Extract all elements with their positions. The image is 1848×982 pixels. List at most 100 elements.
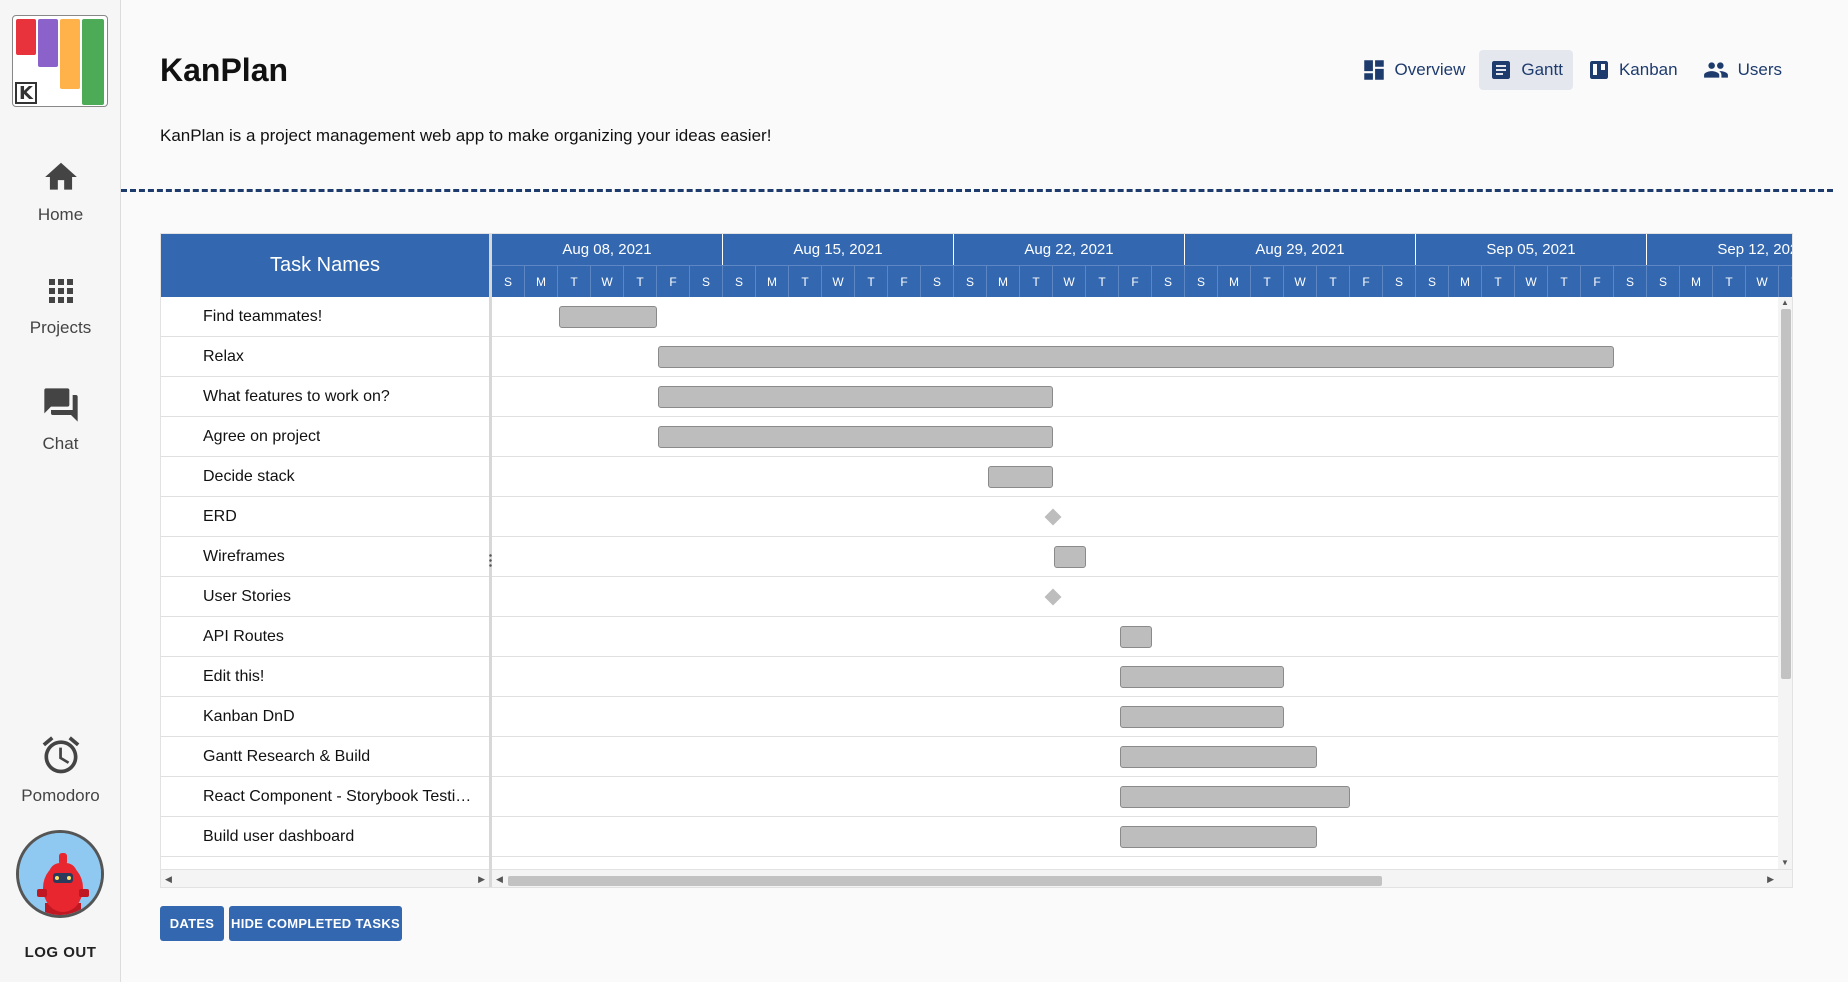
logo-letter: K xyxy=(15,82,37,104)
scroll-left-icon[interactable]: ◀ xyxy=(165,874,172,885)
task-bar[interactable] xyxy=(1054,546,1086,568)
task-bar[interactable] xyxy=(1120,786,1350,808)
tab-users[interactable]: Users xyxy=(1692,50,1792,90)
tab-gantt[interactable]: Gantt xyxy=(1479,50,1573,90)
week-header: Aug 22, 2021 xyxy=(954,234,1185,265)
task-name-list: Find teammates! Relax What features to wor… xyxy=(161,297,489,869)
task-bar[interactable] xyxy=(1120,706,1284,728)
task-row[interactable]: Edit this! xyxy=(161,657,489,697)
task-row[interactable]: Decide stack xyxy=(161,457,489,497)
tab-kanban[interactable]: Kanban xyxy=(1577,50,1688,90)
day-header: T xyxy=(1779,265,1792,297)
task-name: User Stories xyxy=(203,587,292,605)
task-list-horizontal-scrollbar[interactable]: ◀ ▶ xyxy=(161,869,489,887)
task-bar[interactable] xyxy=(988,466,1053,488)
task-row[interactable]: Find teammates! xyxy=(161,297,489,337)
kanplan-logo[interactable]: K xyxy=(12,15,108,107)
day-header: F xyxy=(1350,265,1383,297)
scroll-left-icon[interactable]: ◀ xyxy=(496,874,503,885)
timeline-row xyxy=(492,537,1778,577)
task-row[interactable]: ERD xyxy=(161,497,489,537)
task-name: ERD xyxy=(203,507,237,525)
tab-label: Users xyxy=(1737,60,1782,79)
day-header: T xyxy=(1086,265,1119,297)
task-row[interactable]: API Routes xyxy=(161,617,489,657)
task-bar[interactable] xyxy=(658,346,1614,368)
task-row[interactable]: What features to work on? xyxy=(161,377,489,417)
sidebar-item-pomodoro[interactable]: Pomodoro xyxy=(0,733,121,806)
timeline-horizontal-scrollbar[interactable]: ◀ ▶ xyxy=(492,869,1792,887)
task-bar[interactable] xyxy=(1120,626,1152,648)
vertical-scrollbar[interactable]: ▲ ▼ xyxy=(1778,297,1792,869)
day-header: W xyxy=(591,265,624,297)
scroll-right-icon[interactable]: ▶ xyxy=(1767,874,1774,885)
task-row[interactable]: Kanban DnD xyxy=(161,697,489,737)
task-row[interactable]: Build user dashboard xyxy=(161,817,489,857)
task-bar[interactable] xyxy=(658,426,1053,448)
day-header: T xyxy=(789,265,822,297)
task-name: Decide stack xyxy=(203,467,295,485)
day-header: F xyxy=(1581,265,1614,297)
day-header: F xyxy=(1119,265,1152,297)
day-header: W xyxy=(1053,265,1086,297)
task-bar[interactable] xyxy=(559,306,657,328)
day-header: W xyxy=(1515,265,1548,297)
horizontal-scroll-thumb[interactable] xyxy=(508,876,1382,886)
day-header: M xyxy=(1449,265,1482,297)
scroll-down-icon[interactable]: ▼ xyxy=(1781,859,1789,867)
day-header: T xyxy=(558,265,591,297)
hide-completed-tasks-button[interactable]: HIDE COMPLETED TASKS xyxy=(229,906,402,941)
task-row[interactable]: Gantt Research & Build xyxy=(161,737,489,777)
sidebar-item-label: Home xyxy=(37,205,84,224)
day-header: T xyxy=(1020,265,1053,297)
day-header: S xyxy=(690,265,723,297)
day-header: S xyxy=(1416,265,1449,297)
user-avatar[interactable] xyxy=(16,830,104,918)
sidebar: K Home Projects Chat Pomodoro LOG OUT xyxy=(0,0,121,982)
sidebar-item-chat[interactable]: Chat xyxy=(0,385,121,454)
week-header: Aug 08, 2021 xyxy=(492,234,723,265)
task-row[interactable]: Agree on project xyxy=(161,417,489,457)
day-header: T xyxy=(1548,265,1581,297)
day-header: T xyxy=(624,265,657,297)
day-header: S xyxy=(1152,265,1185,297)
day-header: S xyxy=(1383,265,1416,297)
day-header: M xyxy=(756,265,789,297)
task-row[interactable]: Wireframes xyxy=(161,537,489,577)
task-bar[interactable] xyxy=(658,386,1053,408)
day-header: F xyxy=(657,265,690,297)
task-bar[interactable] xyxy=(1120,666,1284,688)
timeline-area: ▲ ▼ Aug 08, 2021 S M T W T F S Aug 15, 2021 S M T W T… xyxy=(492,234,1792,887)
day-header: M xyxy=(1680,265,1713,297)
task-name: Edit this! xyxy=(203,667,265,685)
day-header: M xyxy=(987,265,1020,297)
sidebar-item-projects[interactable]: Projects xyxy=(0,273,121,338)
forum-icon xyxy=(43,388,78,422)
day-header: S xyxy=(492,265,525,297)
kanban-icon xyxy=(1589,61,1608,79)
timeline-row xyxy=(492,497,1778,537)
alarm-clock-icon xyxy=(42,736,79,774)
task-row[interactable]: React Component - Storybook Testing xyxy=(161,777,489,817)
tab-overview[interactable]: Overview xyxy=(1351,50,1476,90)
task-bar[interactable] xyxy=(1120,826,1317,848)
task-row[interactable]: Relax xyxy=(161,337,489,377)
vertical-scroll-thumb[interactable] xyxy=(1781,309,1791,679)
scroll-right-icon[interactable]: ▶ xyxy=(478,874,485,885)
apps-grid-icon xyxy=(48,279,73,303)
dashboard-icon xyxy=(1363,60,1384,80)
people-icon xyxy=(1703,62,1728,78)
sidebar-item-label: Pomodoro xyxy=(21,786,100,805)
task-name: Kanban DnD xyxy=(203,707,295,725)
task-name: Build user dashboard xyxy=(203,827,355,845)
task-name: Wireframes xyxy=(203,547,285,565)
day-header: M xyxy=(1218,265,1251,297)
dates-button[interactable]: DATES xyxy=(160,906,224,941)
task-bar[interactable] xyxy=(1120,746,1317,768)
day-header: S xyxy=(921,265,954,297)
logout-button[interactable]: LOG OUT xyxy=(0,944,121,961)
day-header: M xyxy=(525,265,558,297)
task-row[interactable]: User Stories xyxy=(161,577,489,617)
sidebar-item-home[interactable]: Home xyxy=(0,158,121,225)
scroll-up-icon[interactable]: ▲ xyxy=(1781,299,1789,307)
